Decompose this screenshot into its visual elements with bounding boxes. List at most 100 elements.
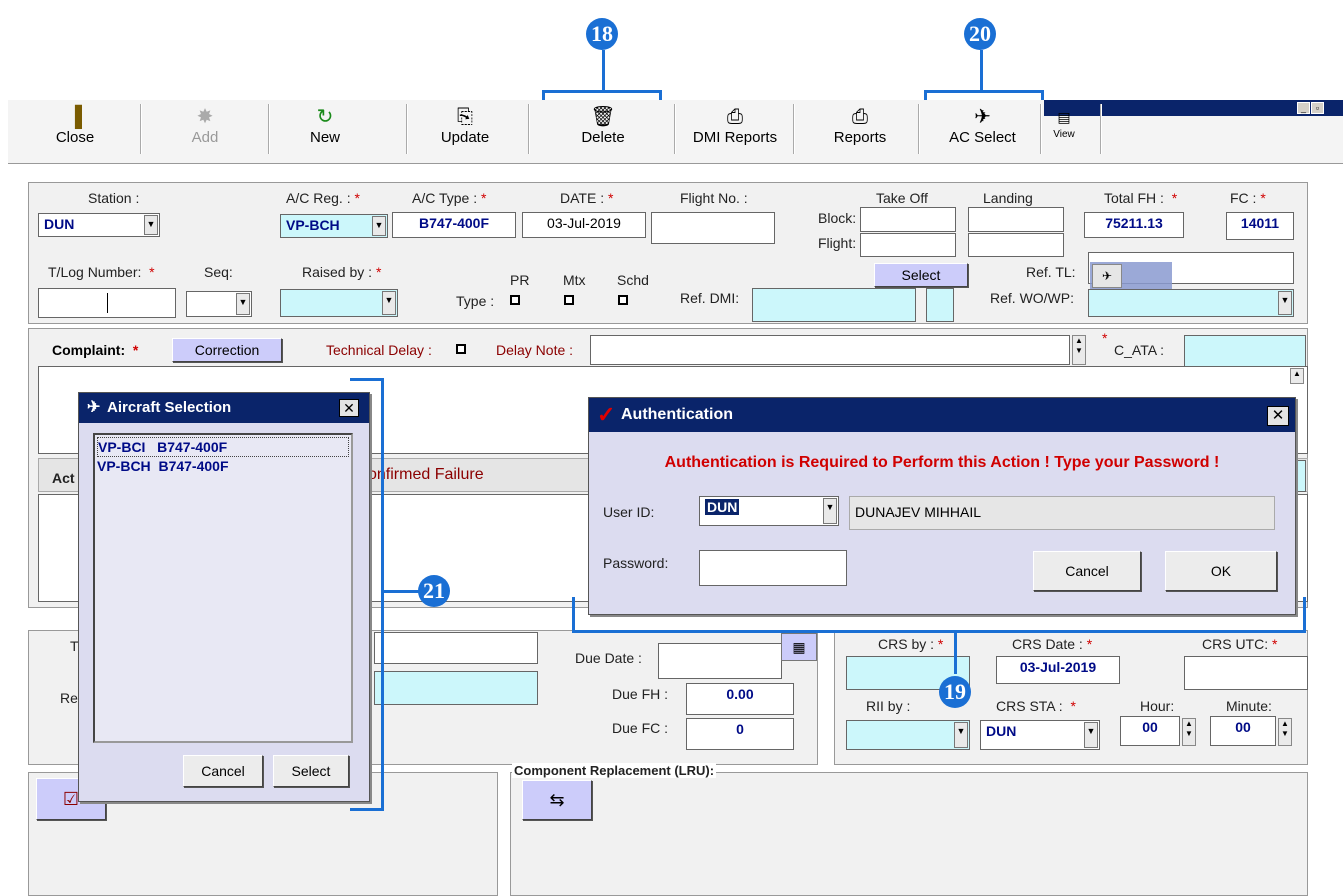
aircraft-type: B747-400F (158, 458, 229, 474)
hour-spinner[interactable]: ▲ ▼ (1182, 718, 1196, 746)
reftl-lookup-button[interactable]: ✈ (1092, 264, 1122, 288)
block-takeoff-field[interactable] (860, 207, 956, 232)
refdmi-extra-field[interactable] (926, 288, 954, 322)
toolbar-separator (140, 104, 142, 154)
c-ata-label: C_ATA : (1114, 342, 1165, 358)
seq-dropdown[interactable]: ▼ (186, 291, 252, 317)
station-dropdown[interactable]: DUN ▼ (38, 213, 160, 237)
auth-ok-button[interactable]: OK (1165, 551, 1277, 591)
select-button[interactable]: Select (874, 263, 968, 287)
chevron-down-icon: ▼ (382, 291, 396, 315)
list-item[interactable]: VP-BCH B747-400F (97, 457, 349, 477)
list-item[interactable]: VP-BCI B747-400F (97, 437, 349, 457)
aircraft-dialog-close-button[interactable]: ✕ (339, 399, 359, 417)
hour-field[interactable]: 00 (1120, 716, 1180, 746)
mtx-label: Mtx (563, 272, 586, 288)
restore-button[interactable]: ▫ (1311, 102, 1324, 114)
crs-by-label: CRS by : (878, 636, 935, 652)
type-mtx-checkbox[interactable] (564, 295, 574, 305)
add-button[interactable]: ✸ Add (180, 105, 230, 146)
due-date-field[interactable] (658, 643, 782, 679)
aircraft-selection-dialog: ✈ Aircraft Selection ✕ VP-BCI B747-400F … (78, 392, 370, 802)
acreg-dropdown[interactable]: VP-BCH ▼ (280, 214, 388, 238)
callout-20-line (980, 50, 983, 90)
user-id-dropdown[interactable]: DUN ▼ (699, 496, 839, 526)
crs-sta-value: DUN (986, 723, 1017, 739)
printer-icon: ⎙ (727, 106, 743, 128)
auth-dialog-titlebar: ✓ Authentication (589, 398, 1295, 432)
refwo-dropdown[interactable]: ▼ (1088, 289, 1294, 317)
delay-note-field[interactable] (590, 335, 1070, 365)
type-label: Type : (456, 293, 495, 309)
flightno-field[interactable] (651, 212, 775, 244)
tlog-number-field[interactable] (38, 288, 176, 318)
due-fh-label: Due FH : (612, 686, 669, 702)
flight-takeoff-field[interactable] (860, 233, 956, 257)
minute-field[interactable]: 00 (1210, 716, 1276, 746)
rii-by-dropdown[interactable]: ▼ (846, 720, 970, 750)
lower-cyan-field[interactable] (374, 671, 538, 705)
lower-text-field[interactable] (374, 632, 538, 664)
toolbar-separator (793, 104, 795, 154)
delete-button[interactable]: 🗑 Delete (568, 105, 638, 146)
crs-date-field[interactable]: 03-Jul-2019 (996, 656, 1120, 684)
auth-cancel-button[interactable]: Cancel (1033, 551, 1141, 591)
flight-landing-field[interactable] (968, 233, 1064, 257)
takeoff-label: Take Off (876, 190, 928, 206)
crs-sta-label: CRS STA : (996, 698, 1063, 714)
crs-sta-dropdown[interactable]: DUN ▼ (980, 720, 1100, 750)
swap-component-button[interactable]: ⇆ (522, 780, 592, 820)
chevron-down-icon: ▼ (372, 216, 386, 236)
type-schd-checkbox[interactable] (618, 295, 628, 305)
crs-utc-field[interactable] (1184, 656, 1308, 690)
date-field[interactable]: 03-Jul-2019 (522, 212, 646, 238)
minimize-button[interactable]: _ (1297, 102, 1310, 114)
toolbar-separator (406, 104, 408, 154)
auth-dialog-title: Authentication (621, 406, 733, 423)
c-ata-required: * (1102, 330, 1108, 346)
callout-18-bracket (542, 90, 662, 93)
callout-21-line (384, 590, 420, 593)
refdmi-field[interactable] (752, 288, 916, 322)
add-label: Add (191, 129, 219, 146)
auth-dialog-close-button[interactable]: ✕ (1267, 406, 1289, 426)
password-field[interactable] (699, 550, 847, 586)
aircraft-list[interactable]: VP-BCI B747-400F VP-BCH B747-400F (93, 433, 353, 743)
flightno-label: Flight No. : (680, 190, 748, 206)
callout-18-line (602, 50, 605, 90)
c-ata-field[interactable] (1184, 335, 1306, 367)
scroll-up-button[interactable]: ▲ (1290, 368, 1304, 384)
raisedby-dropdown[interactable]: ▼ (280, 289, 398, 317)
new-arrow-icon: ↻ (316, 106, 334, 128)
component-replacement-panel (510, 772, 1308, 896)
correction-button[interactable]: Correction (172, 338, 282, 362)
airplane-icon: ✈ (87, 399, 101, 416)
station-label: Station : (88, 190, 140, 206)
seq-label: Seq: (204, 264, 233, 280)
red-check-icon: ✓ (597, 402, 616, 427)
ac-select-button[interactable]: ✈ AC Select (935, 105, 1030, 146)
tlog-label: T/Log Number: (48, 264, 142, 280)
aircraft-select-button[interactable]: Select (273, 755, 349, 787)
calendar-button[interactable]: ▦ (781, 633, 817, 661)
station-value: DUN (44, 216, 75, 232)
raisedby-label: Raised by : (302, 264, 373, 280)
date-label: DATE : (560, 190, 605, 206)
aircraft-cancel-button[interactable]: Cancel (183, 755, 263, 787)
view-button[interactable]: ▤ View (1044, 105, 1084, 140)
actype-label: A/C Type : (412, 190, 478, 206)
minute-spinner[interactable]: ▲ ▼ (1278, 718, 1292, 746)
reports-button[interactable]: ⎙ Reports (815, 105, 905, 146)
action-label: Act (52, 470, 75, 486)
update-button[interactable]: ⎘ Update (430, 105, 500, 146)
dmi-reports-button[interactable]: ⎙ DMI Reports (683, 105, 787, 146)
flight-label: Flight: (818, 235, 857, 251)
block-landing-field[interactable] (968, 207, 1064, 232)
new-button[interactable]: ↻ New (300, 105, 350, 146)
rii-by-label: RII by : (866, 698, 911, 714)
delay-note-spinner[interactable]: ▲ ▼ (1072, 335, 1086, 365)
close-button[interactable]: ▐ Close (50, 105, 100, 146)
type-pr-checkbox[interactable] (510, 295, 520, 305)
schd-label: Schd (617, 272, 649, 288)
technical-delay-checkbox[interactable] (456, 344, 466, 354)
